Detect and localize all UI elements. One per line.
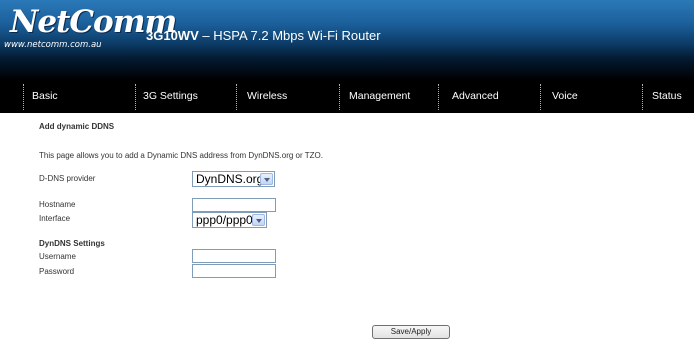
nav-item-wireless[interactable]: Wireless [247,80,287,113]
username-label: Username [39,252,76,261]
ddns-provider-select[interactable]: DynDNS.org [192,171,275,187]
page-title: Add dynamic DDNS [39,122,115,131]
chevron-down-icon[interactable] [260,173,273,185]
nav-separator [642,84,643,110]
page-description: This page allows you to add a Dynamic DN… [39,151,323,160]
password-label: Password [39,267,75,276]
nav-item-management[interactable]: Management [349,80,410,113]
save-apply-button[interactable]: Save/Apply [372,325,450,339]
main-nav: Basic 3G Settings Wireless Management Ad… [0,80,694,113]
ddns-form: Add dynamic DDNS This page allows you to… [0,113,694,342]
nav-separator [236,84,237,110]
username-input[interactable] [192,249,276,263]
ddns-provider-value: DynDNS.org [196,172,264,186]
nav-separator [438,84,439,110]
chevron-down-icon[interactable] [252,214,265,226]
interface-label: Interface [39,214,71,223]
nav-item-voice[interactable]: Voice [552,80,578,113]
header-banner: NetComm ® www.netcomm.com.au 3G10WV – HS… [0,0,694,80]
nav-separator [135,84,136,110]
logo-url: www.netcomm.com.au [4,40,102,50]
password-input[interactable] [192,264,276,278]
nav-item-status[interactable]: Status [652,80,682,113]
interface-select[interactable]: ppp0/ppp0 [192,212,267,228]
hostname-label: Hostname [39,200,76,209]
hostname-input[interactable] [192,198,276,212]
ddns-provider-label: D-DNS provider [39,174,96,183]
interface-value: ppp0/ppp0 [196,213,253,227]
nav-item-3g-settings[interactable]: 3G Settings [143,80,198,113]
nav-item-basic[interactable]: Basic [32,80,58,113]
product-title: 3G10WV – HSPA 7.2 Mbps Wi-Fi Router [146,28,381,43]
nav-separator [23,84,24,110]
dyndns-settings-heading: DynDNS Settings [39,239,105,248]
nav-separator [339,84,340,110]
nav-separator [540,84,541,110]
registered-mark-icon: ® [136,14,144,23]
product-description: – HSPA 7.2 Mbps Wi-Fi Router [198,28,381,43]
nav-item-advanced[interactable]: Advanced [452,80,499,113]
product-model: 3G10WV [146,28,199,43]
